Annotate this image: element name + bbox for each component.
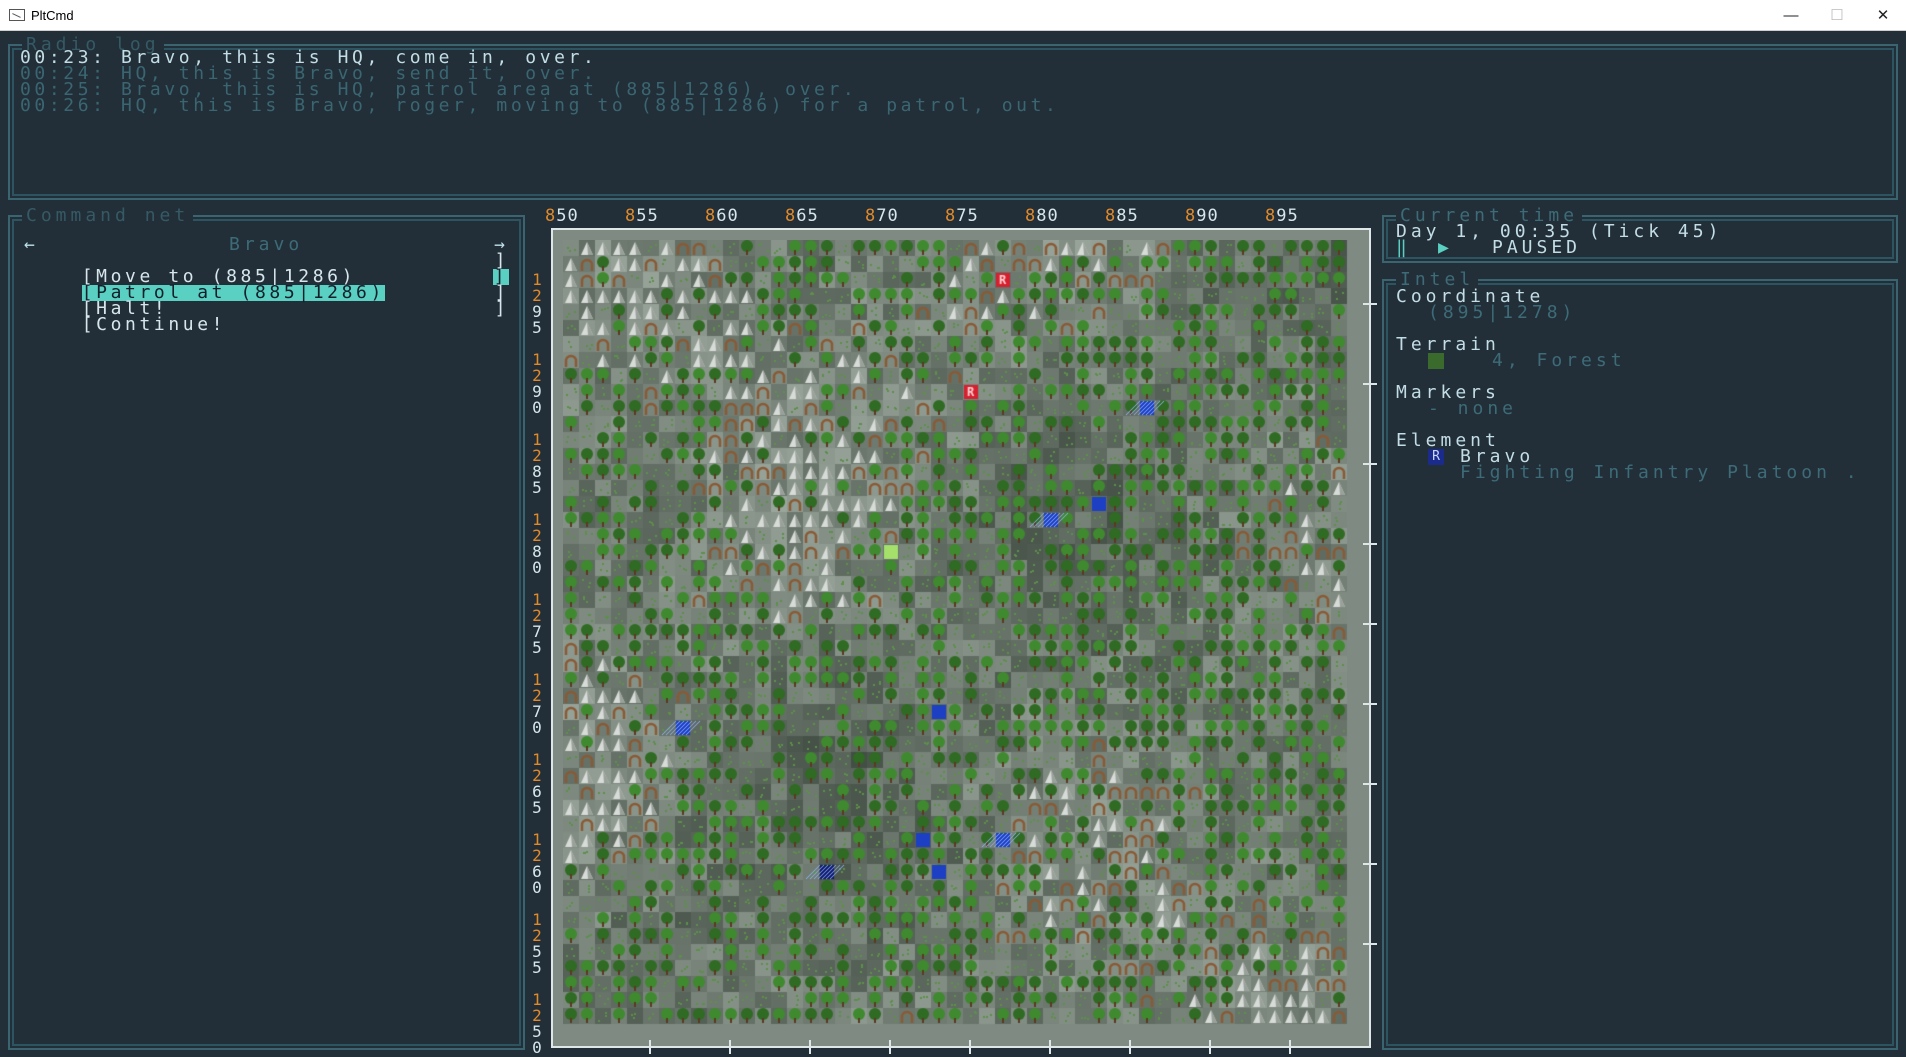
close-button[interactable]: ✕ bbox=[1860, 0, 1906, 31]
map-grid-tick bbox=[1363, 863, 1377, 865]
tactical-map[interactable] bbox=[563, 240, 1359, 1036]
map-grid-tick bbox=[649, 1040, 651, 1054]
y-tick-label: 1265 bbox=[532, 750, 542, 817]
coordinate-value: (895|1278) bbox=[1428, 302, 1577, 323]
map-grid-tick bbox=[1129, 1040, 1131, 1054]
selected-element-name: Bravo bbox=[229, 234, 304, 255]
map-grid-tick bbox=[1363, 783, 1377, 785]
command-halt[interactable]: [Halt! ] bbox=[24, 284, 515, 318]
y-tick-label: 1295 bbox=[532, 270, 542, 337]
app-icon bbox=[9, 9, 25, 21]
play-icon[interactable]: ▶ bbox=[1438, 239, 1453, 257]
map-grid-tick bbox=[1363, 303, 1377, 305]
pause-icon[interactable]: ‖ bbox=[1396, 239, 1411, 257]
map-y-axis: 1295 1290 1285 1280 1275 1270 1265 1260 … bbox=[528, 266, 546, 1056]
map-grid-tick bbox=[1363, 543, 1377, 545]
map-grid-tick bbox=[1363, 943, 1377, 945]
map-grid-tick bbox=[1289, 1040, 1291, 1054]
element-type: Fighting Infantry Platoon . bbox=[1460, 462, 1861, 483]
map-grid-tick bbox=[1209, 1040, 1211, 1054]
terrain-label: Terrain bbox=[1396, 334, 1500, 355]
window-titlebar: PltCmd — ☐ ✕ bbox=[0, 0, 1906, 31]
y-tick-label: 1290 bbox=[532, 350, 542, 417]
command-net-panel: Command net ← Bravo → [Move to (885|1286… bbox=[8, 206, 525, 1050]
x-tick-label: 885 bbox=[1105, 206, 1139, 226]
tactical-map-frame bbox=[551, 228, 1377, 1054]
x-tick-label: 875 bbox=[945, 206, 979, 226]
log-line: 00:26: HQ, this is Bravo, roger, moving … bbox=[20, 95, 1060, 116]
command-net-title: Command net bbox=[22, 206, 194, 226]
maximize-button[interactable]: ☐ bbox=[1814, 0, 1860, 31]
command-net-header: ← Bravo → bbox=[24, 234, 509, 255]
y-tick-label: 1270 bbox=[532, 670, 542, 737]
map-grid-tick bbox=[1363, 703, 1377, 705]
map-grid-tick bbox=[969, 1040, 971, 1054]
markers-value: - none bbox=[1428, 398, 1518, 419]
map-grid-tick bbox=[729, 1040, 731, 1054]
x-tick-label: 855 bbox=[625, 206, 659, 226]
x-tick-label: 870 bbox=[865, 206, 899, 226]
command-continue[interactable]: [Continue! ] bbox=[24, 300, 515, 334]
x-tick-label: 850 bbox=[545, 206, 579, 226]
x-tick-label: 890 bbox=[1185, 206, 1219, 226]
map-grid-tick bbox=[1363, 463, 1377, 465]
y-tick-label: 1280 bbox=[532, 510, 542, 577]
x-tick-label: 895 bbox=[1265, 206, 1299, 226]
command-move-to[interactable]: [Move to (885|1286) ] bbox=[24, 252, 515, 286]
y-tick-label: 1275 bbox=[532, 590, 542, 657]
radio-log-panel: Radio log 00:23: Bravo, this is HQ, come… bbox=[8, 35, 1898, 200]
minimize-button[interactable]: — bbox=[1768, 0, 1814, 31]
friendly-unit-icon: R bbox=[1428, 449, 1444, 465]
map-grid-tick bbox=[1363, 623, 1377, 625]
y-tick-label: 1285 bbox=[532, 430, 542, 497]
previous-element-arrow-icon[interactable]: ← bbox=[24, 236, 39, 254]
y-tick-label: 1260 bbox=[532, 830, 542, 897]
pause-status: PAUSED bbox=[1492, 237, 1582, 258]
x-tick-label: 865 bbox=[785, 206, 819, 226]
intel-panel: Intel Coordinate (895|1278) Terrain 4, F… bbox=[1382, 270, 1898, 1050]
command-patrol-at[interactable]: [Patrol at (885|1286) ] bbox=[24, 268, 515, 302]
map-grid-tick bbox=[1049, 1040, 1051, 1054]
window-title: PltCmd bbox=[31, 7, 74, 23]
current-time-panel: Current time Day 1, 00:35 (Tick 45) ‖ ▶ … bbox=[1382, 206, 1898, 263]
map-grid-tick bbox=[1363, 383, 1377, 385]
map-x-axis: 850 855 860 865 870 875 880 885 890 895 bbox=[545, 206, 1365, 228]
y-tick-label: 1255 bbox=[532, 910, 542, 977]
x-tick-label: 880 bbox=[1025, 206, 1059, 226]
y-tick-label: 1250 bbox=[532, 990, 542, 1057]
map-grid-tick bbox=[809, 1040, 811, 1054]
forest-terrain-icon bbox=[1428, 353, 1444, 369]
map-grid-tick bbox=[889, 1040, 891, 1054]
terrain-value: 4, Forest bbox=[1492, 350, 1626, 371]
x-tick-label: 860 bbox=[705, 206, 739, 226]
